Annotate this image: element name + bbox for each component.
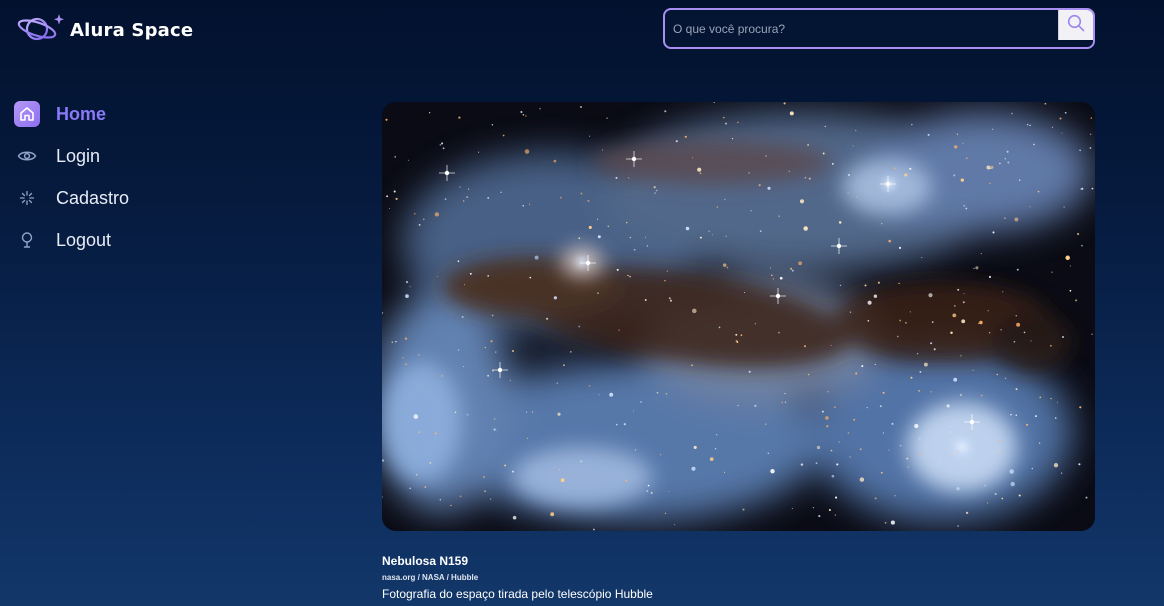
photo-source: nasa.org / NASA / Hubble: [382, 573, 479, 582]
photo-caption: Nebulosa N159 nasa.org / NASA / Hubble F…: [382, 553, 1095, 602]
nebula-photo[interactable]: [382, 102, 1095, 531]
sidebar-item-label: Login: [56, 145, 101, 166]
search-bar: [663, 8, 1095, 49]
photo-title: Nebulosa N159: [382, 554, 469, 568]
home-icon: [14, 101, 40, 127]
sidebar-nav: Home Login Cadastro Logout: [14, 100, 214, 268]
sidebar-item-home[interactable]: Home: [14, 100, 214, 128]
sparkle-icon: [14, 185, 40, 211]
logo-text: Alura Space: [70, 19, 194, 41]
search-icon: [1067, 14, 1085, 37]
eye-icon: [14, 143, 40, 169]
bulb-icon: [14, 227, 40, 253]
sidebar-item-label: Home: [56, 103, 107, 124]
planet-icon: [16, 11, 64, 50]
sidebar-item-label: Logout: [56, 229, 112, 250]
sidebar-item-label: Cadastro: [56, 187, 130, 208]
logo[interactable]: Alura Space: [16, 12, 193, 48]
sidebar-item-logout[interactable]: Logout: [14, 226, 214, 254]
photo-description: Fotografia do espaço tirada pelo telescó…: [382, 587, 653, 601]
sidebar-item-login[interactable]: Login: [14, 142, 214, 170]
search-input[interactable]: [665, 10, 1058, 47]
search-button[interactable]: [1058, 10, 1093, 40]
sidebar-item-cadastro[interactable]: Cadastro: [14, 184, 214, 212]
